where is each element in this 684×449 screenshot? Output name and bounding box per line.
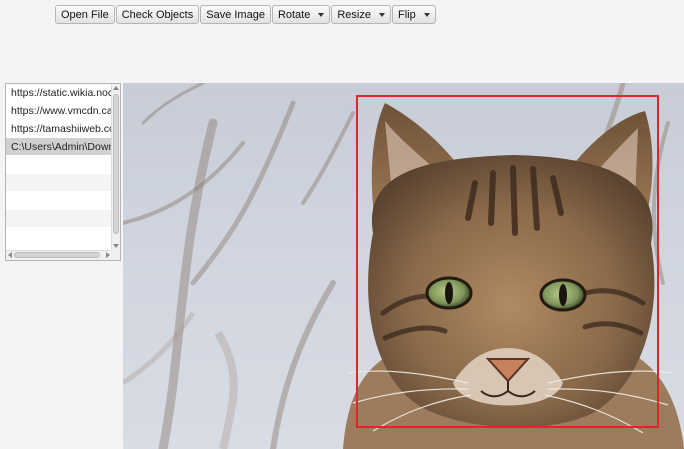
rotate-menu-button[interactable]: Rotate bbox=[271, 5, 331, 24]
empty-row bbox=[6, 210, 111, 228]
vertical-scrollbar[interactable] bbox=[111, 84, 120, 250]
horizontal-scrollbar[interactable] bbox=[6, 250, 113, 260]
detection-bounding-box bbox=[356, 95, 659, 428]
chevron-down-icon bbox=[423, 12, 430, 17]
image-viewer[interactable] bbox=[123, 83, 684, 449]
scrollbar-thumb[interactable] bbox=[113, 94, 119, 234]
list-item[interactable]: https://static.wikia.nocookie.net bbox=[6, 84, 111, 102]
empty-row bbox=[6, 156, 111, 174]
list-item[interactable]: https://tamashiiweb.com bbox=[6, 120, 111, 138]
chevron-down-icon bbox=[318, 12, 325, 17]
list-item-selected[interactable]: C:\Users\Admin\Downloads bbox=[6, 138, 111, 156]
list-item[interactable]: https://www.vmcdn.ca/f/ bbox=[6, 102, 111, 120]
empty-row bbox=[6, 192, 111, 210]
resize-menu-button[interactable]: Resize bbox=[331, 5, 391, 24]
file-list[interactable]: https://static.wikia.nocookie.net https:… bbox=[5, 83, 121, 261]
scroll-right-icon[interactable] bbox=[106, 252, 110, 258]
scrollbar-thumb[interactable] bbox=[14, 252, 100, 258]
scroll-down-icon[interactable] bbox=[113, 244, 119, 248]
toolbar: Open File Check Objects Save Image Rotat… bbox=[55, 5, 436, 25]
empty-row bbox=[6, 174, 111, 192]
open-file-button[interactable]: Open File bbox=[55, 5, 115, 24]
scroll-up-icon[interactable] bbox=[113, 86, 119, 90]
flip-menu-button[interactable]: Flip bbox=[391, 5, 436, 24]
check-objects-button[interactable]: Check Objects bbox=[115, 5, 200, 24]
scroll-left-icon[interactable] bbox=[8, 252, 12, 258]
save-image-button[interactable]: Save Image bbox=[200, 5, 271, 24]
scroll-corner bbox=[111, 250, 120, 260]
empty-row bbox=[6, 228, 111, 246]
chevron-down-icon bbox=[378, 12, 385, 17]
